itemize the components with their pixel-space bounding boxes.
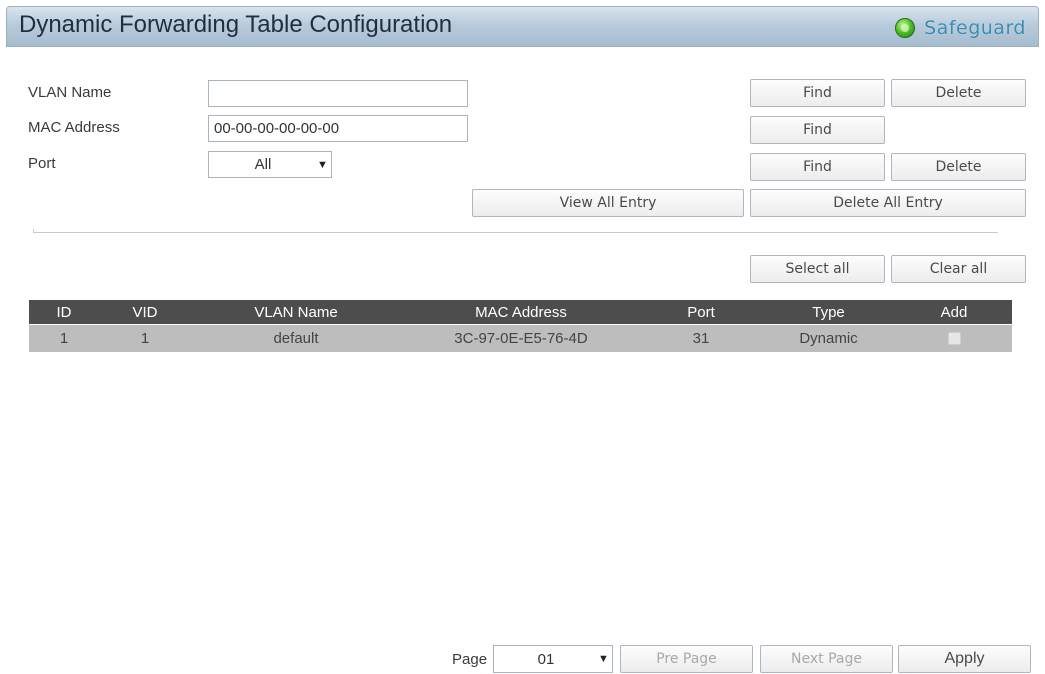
page-select-value: 01 — [537, 650, 555, 668]
clear-all-button[interactable]: Clear all — [891, 255, 1026, 283]
column-header-mac-address: MAC Address — [475, 303, 567, 321]
delete-all-entry-button[interactable]: Delete All Entry — [750, 189, 1026, 217]
next-page-button[interactable]: Next Page — [760, 645, 893, 673]
vlan-name-input[interactable] — [208, 80, 468, 107]
mac-address-label: MAC Address — [28, 119, 120, 136]
column-header-add: Add — [940, 303, 968, 321]
dropdown-arrow-icon: ▼ — [598, 653, 609, 665]
title-bar: Dynamic Forwarding Table Configuration S… — [6, 6, 1039, 47]
table-row: 1 1 default 3C-97-0E-E5-76-4D 31 Dynamic — [29, 325, 1012, 352]
table-header: ID VID VLAN Name MAC Address Port Type A… — [29, 300, 1012, 324]
cell-type: Dynamic — [799, 330, 858, 347]
port-select[interactable]: All ▼ — [208, 151, 332, 178]
cell-vid: 1 — [140, 330, 150, 347]
mac-address-input[interactable] — [208, 115, 468, 142]
section-divider — [33, 232, 998, 233]
column-header-vlan-name: VLAN Name — [254, 303, 338, 321]
cell-mac-address: 3C-97-0E-E5-76-4D — [454, 330, 588, 347]
view-all-entry-button[interactable]: View All Entry — [472, 189, 744, 217]
delete-vlan-button[interactable]: Delete — [891, 79, 1026, 107]
find-port-button[interactable]: Find — [750, 153, 885, 181]
port-select-value: All — [254, 156, 272, 173]
find-vlan-button[interactable]: Find — [750, 79, 885, 107]
column-header-id: ID — [56, 303, 72, 321]
safeguard-label: Safeguard — [924, 17, 1026, 39]
page-label: Page — [452, 651, 488, 668]
vlan-name-label: VLAN Name — [28, 84, 112, 101]
dropdown-arrow-icon: ▼ — [317, 158, 328, 171]
status-led-icon — [895, 18, 916, 38]
safeguard-indicator: Safeguard — [895, 16, 1026, 40]
page-select[interactable]: 01 ▼ — [493, 645, 613, 673]
cell-add — [896, 325, 1012, 352]
cell-port: 31 — [692, 330, 710, 347]
column-header-port: Port — [687, 303, 715, 321]
select-all-button[interactable]: Select all — [750, 255, 885, 283]
cell-id: 1 — [59, 330, 69, 347]
column-header-vid: VID — [132, 303, 158, 321]
column-header-type: Type — [812, 303, 845, 321]
apply-button[interactable]: Apply — [898, 645, 1031, 673]
delete-port-button[interactable]: Delete — [891, 153, 1026, 181]
find-mac-button[interactable]: Find — [750, 116, 885, 144]
pre-page-button[interactable]: Pre Page — [620, 645, 753, 673]
add-checkbox[interactable] — [947, 332, 961, 345]
cell-vlan-name: default — [273, 330, 319, 347]
port-label: Port — [28, 155, 56, 172]
page-title: Dynamic Forwarding Table Configuration — [19, 11, 453, 38]
